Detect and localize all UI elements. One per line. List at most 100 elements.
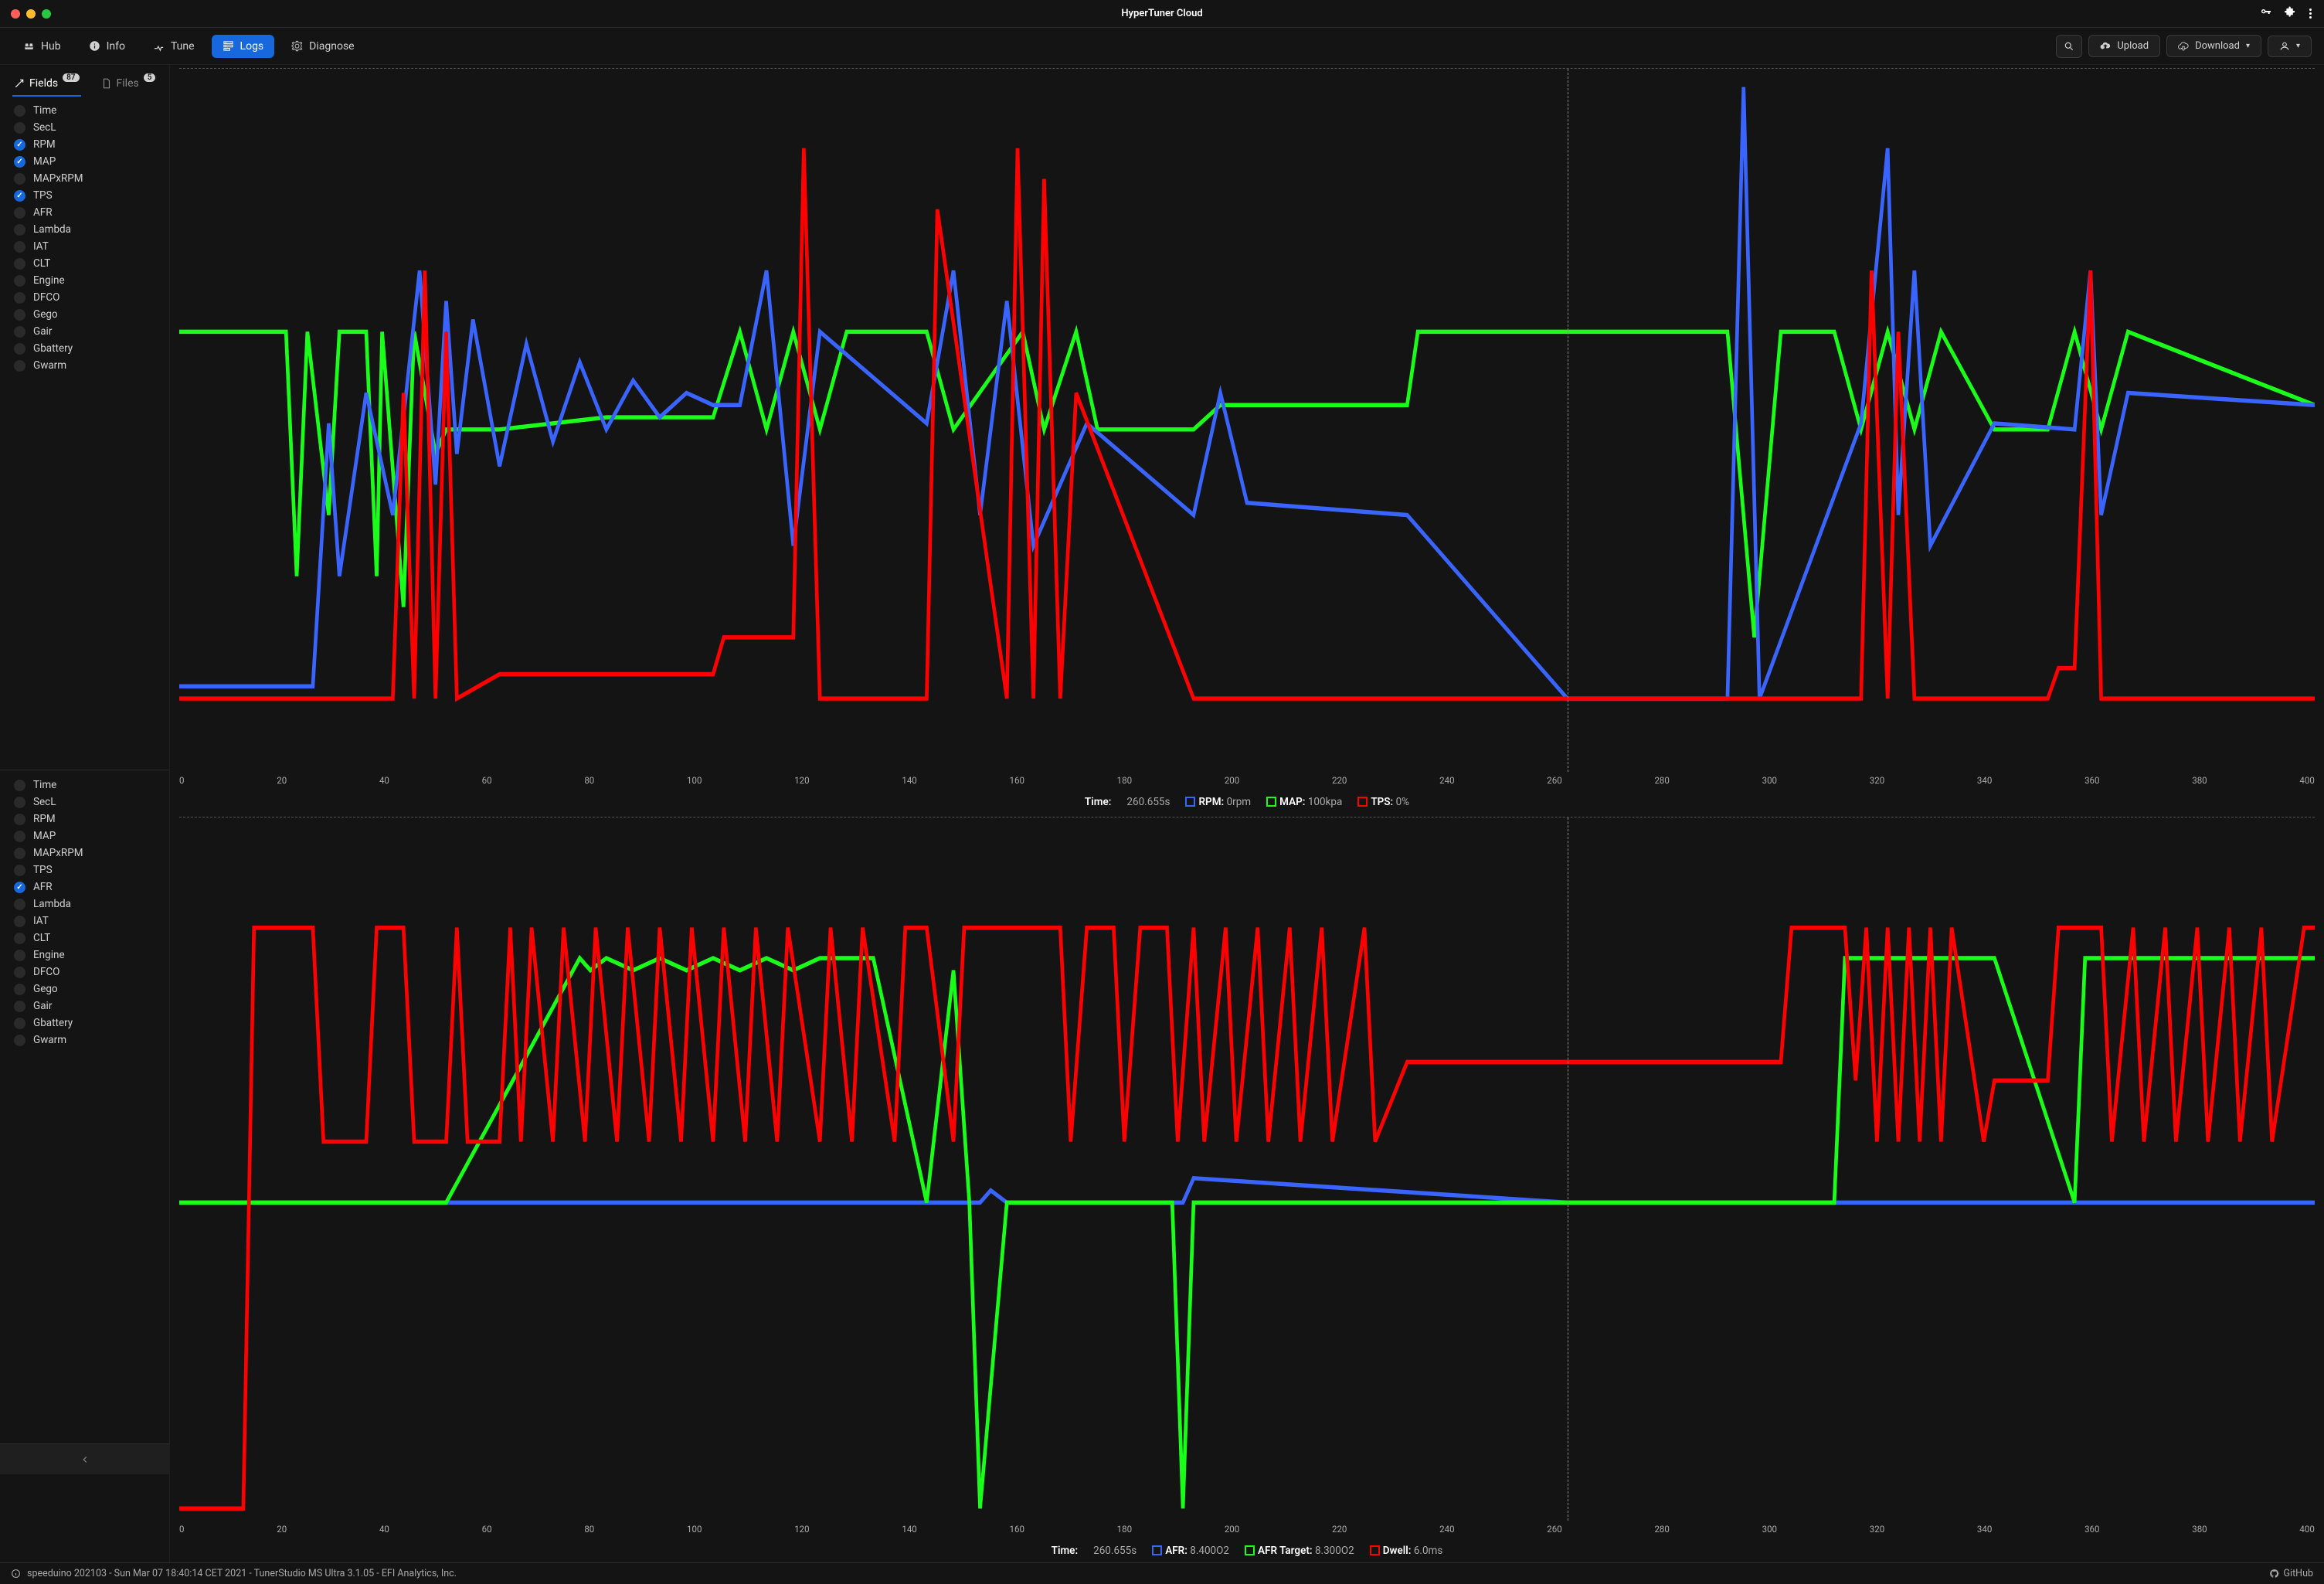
field-item[interactable]: Engine: [0, 947, 169, 964]
chart-pane-1[interactable]: 0204060801001201401601802002202402602803…: [170, 65, 2324, 814]
upload-label: Upload: [2117, 40, 2149, 52]
checkbox-icon: [14, 984, 25, 995]
tab-files-label: Files: [117, 77, 139, 90]
field-item[interactable]: Gbattery: [0, 340, 169, 357]
field-item[interactable]: Engine: [0, 272, 169, 289]
nav-diagnose[interactable]: Diagnose: [280, 35, 365, 58]
field-item[interactable]: DFCO: [0, 289, 169, 306]
field-item[interactable]: Lambda: [0, 896, 169, 913]
checkbox-icon: [14, 224, 25, 236]
field-item[interactable]: Gego: [0, 981, 169, 998]
files-count-badge: 5: [144, 73, 156, 82]
field-item[interactable]: Gego: [0, 306, 169, 323]
checkbox-icon: [14, 831, 25, 842]
fields-count-badge: 87: [63, 73, 79, 82]
field-item[interactable]: MAPxRPM: [0, 170, 169, 187]
field-label: IAT: [33, 915, 49, 927]
field-item[interactable]: Gair: [0, 323, 169, 340]
field-label: Engine: [33, 949, 65, 961]
field-label: SecL: [33, 121, 56, 134]
legend-2: Time:260.655sAFR: 8.400O2AFR Target: 8.3…: [179, 1539, 2315, 1562]
field-item[interactable]: Gbattery: [0, 1015, 169, 1032]
nav-tune-label: Tune: [171, 40, 195, 53]
field-item[interactable]: CLT: [0, 930, 169, 947]
field-label: Engine: [33, 274, 65, 287]
nav-logs[interactable]: Logs: [212, 35, 275, 58]
field-item[interactable]: TPS: [0, 862, 169, 879]
tab-fields[interactable]: Fields 87: [12, 71, 81, 96]
field-item[interactable]: DFCO: [0, 964, 169, 981]
x-axis-2: 0204060801001201401601802002202402602803…: [179, 1521, 2315, 1539]
nav-tune[interactable]: Tune: [142, 35, 206, 58]
app-title: HyperTuner Cloud: [1121, 8, 1202, 19]
nav-info[interactable]: Info: [78, 35, 136, 58]
maximize-window-button[interactable]: [42, 9, 51, 19]
menu-icon[interactable]: [2309, 8, 2312, 19]
field-label: Gego: [33, 983, 58, 995]
field-item[interactable]: AFR: [0, 879, 169, 896]
field-item[interactable]: MAP: [0, 828, 169, 845]
field-label: Gbattery: [33, 342, 73, 355]
field-item[interactable]: Time: [0, 777, 169, 794]
field-item[interactable]: MAP: [0, 153, 169, 170]
collapse-sidebar-button[interactable]: [0, 1443, 169, 1474]
checkbox-icon: [14, 933, 25, 944]
field-label: Gair: [33, 325, 52, 338]
download-label: Download: [2195, 40, 2240, 52]
field-item[interactable]: IAT: [0, 913, 169, 930]
user-menu-button[interactable]: ▾: [2268, 36, 2312, 57]
checkbox-icon: [14, 190, 25, 202]
field-item[interactable]: RPM: [0, 811, 169, 828]
titlebar: HyperTuner Cloud: [0, 0, 2324, 28]
field-label: TPS: [33, 864, 53, 876]
checkbox-icon: [14, 848, 25, 859]
extension-icon[interactable]: [2285, 6, 2297, 22]
field-label: MAP: [33, 830, 56, 842]
status-text: speeduino 202103 - Sun Mar 07 18:40:14 C…: [27, 1568, 457, 1579]
field-list-top[interactable]: Time SecL RPM MAP MAPxRPMTPS AFR Lambda IAT CLT E…: [0, 96, 169, 770]
upload-button[interactable]: Upload: [2088, 35, 2160, 57]
field-label: MAPxRPM: [33, 847, 83, 859]
nav-info-label: Info: [107, 40, 125, 53]
checkbox-icon: [14, 258, 25, 270]
field-list-bottom[interactable]: TimeSecLRPM MAP MAPxRPM TPS AFRLambda IAT CLT E…: [0, 770, 169, 1443]
key-icon[interactable]: [2260, 6, 2272, 22]
field-item[interactable]: TPS: [0, 187, 169, 204]
field-item[interactable]: CLT: [0, 255, 169, 272]
download-button[interactable]: Download ▾: [2166, 35, 2261, 57]
close-window-button[interactable]: [11, 9, 20, 19]
info-icon: [11, 1569, 21, 1579]
field-item[interactable]: Time: [0, 102, 169, 119]
field-item[interactable]: Lambda: [0, 221, 169, 238]
nav-logs-label: Logs: [240, 40, 264, 53]
field-item[interactable]: IAT: [0, 238, 169, 255]
tab-files[interactable]: Files 5: [100, 71, 158, 96]
field-item[interactable]: RPM: [0, 136, 169, 153]
field-item[interactable]: Gwarm: [0, 357, 169, 374]
field-item[interactable]: Gwarm: [0, 1032, 169, 1049]
checkbox-icon: [14, 292, 25, 304]
field-item[interactable]: SecL: [0, 794, 169, 811]
field-item[interactable]: MAPxRPM: [0, 845, 169, 862]
checkbox-icon: [14, 343, 25, 355]
checkbox-icon: [14, 360, 25, 372]
field-item[interactable]: AFR: [0, 204, 169, 221]
field-label: IAT: [33, 240, 49, 253]
github-link[interactable]: GitHub: [2269, 1568, 2313, 1579]
checkbox-icon: [14, 105, 25, 117]
x-axis-1: 0204060801001201401601802002202402602803…: [179, 772, 2315, 790]
window-controls: [0, 9, 51, 19]
search-button[interactable]: [2056, 35, 2082, 58]
chart-pane-2[interactable]: 0204060801001201401601802002202402602803…: [170, 814, 2324, 1562]
field-item[interactable]: SecL: [0, 119, 169, 136]
sidebar: Fields 87 Files 5 TimeSecLRPMMAPMAPxRPMT…: [0, 65, 170, 1562]
checkbox-icon: [14, 780, 25, 791]
tab-fields-label: Fields: [29, 77, 58, 90]
field-label: MAP: [33, 155, 56, 168]
field-item[interactable]: Gair: [0, 998, 169, 1015]
field-label: AFR: [33, 206, 53, 219]
minimize-window-button[interactable]: [26, 9, 36, 19]
nav-hub[interactable]: Hub: [12, 35, 72, 58]
checkbox-icon: [14, 882, 25, 893]
field-label: Gego: [33, 308, 58, 321]
